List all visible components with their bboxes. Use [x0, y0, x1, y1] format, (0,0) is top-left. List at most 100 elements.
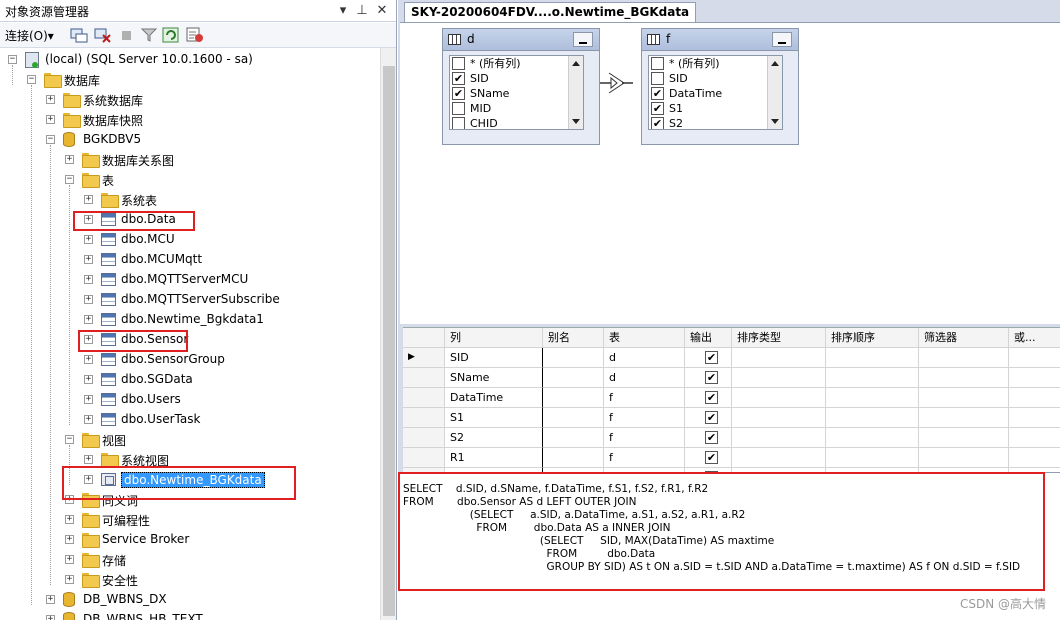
grid-cell-or[interactable] [1009, 388, 1060, 408]
grid-cell-column[interactable]: DataTime [445, 388, 543, 408]
tree-node-dbo-usertask[interactable]: + dbo.UserTask [84, 410, 396, 430]
tree-node-service-broker[interactable]: + Service Broker [65, 530, 396, 550]
expand-icon[interactable]: + [84, 315, 93, 324]
tree-node-dbo-mqttservermcu[interactable]: + dbo.MQTTServerMCU [84, 270, 396, 290]
grid-cell-sort-type[interactable] [732, 428, 826, 448]
expand-icon[interactable]: + [65, 555, 74, 564]
disconnect-icon[interactable] [94, 27, 112, 43]
close-icon[interactable]: ✕ [373, 2, 391, 20]
expand-icon[interactable]: + [84, 295, 93, 304]
tree-node-server[interactable]: − (local) (SQL Server 10.0.1600 - sa) [8, 50, 368, 70]
dropdown-arrow-icon[interactable]: ▾ [334, 2, 352, 20]
grid-cell-alias[interactable] [543, 388, 604, 408]
tree-node-dbo-mcumqtt[interactable]: + dbo.MCUMqtt [84, 250, 396, 270]
connect-object-explorer-icon[interactable] [70, 27, 88, 43]
grid-cell-sort-order[interactable] [826, 408, 919, 428]
grid-cell-sort-type[interactable] [732, 368, 826, 388]
grid-cell-alias[interactable] [543, 368, 604, 388]
tree-node-db-snapshots[interactable]: + 数据库快照 [46, 110, 396, 130]
expand-icon[interactable]: + [46, 95, 55, 104]
explorer-scrollbar[interactable] [380, 48, 396, 620]
grid-cell-table[interactable]: f [604, 408, 685, 428]
grid-cell-filter[interactable] [919, 428, 1009, 448]
grid-cell-table[interactable]: d [604, 348, 685, 368]
explorer-scroll-thumb[interactable] [383, 66, 395, 616]
output-checkbox[interactable]: ✔ [705, 391, 718, 404]
grid-cell-filter[interactable] [919, 408, 1009, 428]
activity-monitor-icon[interactable] [186, 27, 204, 43]
grid-cell-alias[interactable] [543, 408, 604, 428]
tree-node-dbo-mqttserversubscribe[interactable]: + dbo.MQTTServerSubscribe [84, 290, 396, 310]
grid-cell-output[interactable]: ✔ [685, 388, 732, 408]
output-checkbox[interactable]: ✔ [705, 431, 718, 444]
grid-cell-alias[interactable] [543, 448, 604, 468]
grid-cell-sort-order[interactable] [826, 388, 919, 408]
grid-cell-column[interactable]: S2 [445, 428, 543, 448]
expand-icon[interactable]: + [65, 575, 74, 584]
collapse-icon[interactable]: − [65, 435, 74, 444]
grid-cell-sort-order[interactable] [826, 348, 919, 368]
scroll-down-icon[interactable] [572, 119, 580, 124]
column-list[interactable]: * (所有列) SID ✔ DataTime ✔ S1 ✔ S2 [648, 55, 783, 130]
tree-node-db-diagrams[interactable]: + 数据库关系图 [65, 150, 396, 170]
tree-node-db-wbns-dx[interactable]: + DB_WBNS_DX [46, 590, 396, 610]
tree-node-system-db[interactable]: + 系统数据库 [46, 90, 396, 110]
scroll-down-icon[interactable] [771, 119, 779, 124]
expand-icon[interactable]: + [46, 595, 55, 604]
expand-icon[interactable]: + [46, 115, 55, 124]
expand-icon[interactable]: + [84, 255, 93, 264]
criteria-grid[interactable]: 列别名表输出 排序类型 排序顺序 筛选器 或... ▶ SID d ✔ SName d ✔ DataTi… [403, 327, 1060, 472]
column-checkbox[interactable] [651, 57, 664, 70]
grid-cell-sort-type[interactable] [732, 448, 826, 468]
grid-cell-or[interactable] [1009, 428, 1060, 448]
grid-cell-output[interactable]: ✔ [685, 348, 732, 368]
grid-cell-or[interactable] [1009, 348, 1060, 368]
tree-node-tables[interactable]: − 表 [65, 170, 396, 190]
connect-button[interactable]: 连接(O)▾ [5, 27, 54, 44]
diagram-pane[interactable]: d * (所有列) ✔ SID ✔ SName MID CHID f * (所有列) SID ✔ Dat… [400, 22, 1060, 324]
column-checkbox[interactable]: ✔ [651, 117, 664, 129]
column-list-scrollbar[interactable] [767, 56, 782, 129]
filter-icon[interactable] [140, 27, 158, 43]
collapse-icon[interactable]: − [27, 75, 36, 84]
grid-cell-column[interactable]: S1 [445, 408, 543, 428]
table-window-header[interactable]: f [642, 29, 798, 51]
output-checkbox[interactable]: ✔ [705, 411, 718, 424]
grid-cell-sort-type[interactable] [732, 348, 826, 368]
expand-icon[interactable]: + [84, 195, 93, 204]
tree-node-programmability[interactable]: + 可编程性 [65, 510, 396, 530]
expand-icon[interactable]: + [84, 455, 93, 464]
grid-cell-output[interactable]: ✔ [685, 408, 732, 428]
column-checkbox[interactable]: ✔ [651, 102, 664, 115]
grid-cell-output[interactable]: ✔ [685, 428, 732, 448]
grid-cell-or[interactable] [1009, 408, 1060, 428]
grid-cell-alias[interactable] [543, 348, 604, 368]
tree-node-security[interactable]: + 安全性 [65, 570, 396, 590]
column-checkbox[interactable]: ✔ [452, 72, 465, 85]
grid-cell-sort-order[interactable] [826, 428, 919, 448]
column-checkbox[interactable]: ✔ [452, 87, 465, 100]
grid-cell-or[interactable] [1009, 448, 1060, 468]
grid-cell-column[interactable]: SID [445, 348, 543, 368]
tree-node-databases[interactable]: − 数据库 [27, 70, 387, 90]
tree-node-dbo-users[interactable]: + dbo.Users [84, 390, 396, 410]
expand-icon[interactable]: + [46, 615, 55, 620]
table-window-header[interactable]: d [443, 29, 599, 51]
grid-cell-alias[interactable] [543, 428, 604, 448]
grid-cell-or[interactable] [1009, 368, 1060, 388]
grid-cell-output[interactable]: ✔ [685, 368, 732, 388]
expand-icon[interactable]: + [84, 415, 93, 424]
tree-node-bgkdbv5[interactable]: − BGKDBV5 [46, 130, 396, 150]
grid-cell-filter[interactable] [919, 348, 1009, 368]
column-checkbox[interactable]: ✔ [651, 87, 664, 100]
grid-cell-table[interactable]: d [604, 368, 685, 388]
collapse-icon[interactable]: − [8, 55, 17, 64]
stop-icon[interactable] [118, 27, 136, 43]
tree-node-system-tables[interactable]: + 系统表 [84, 190, 396, 210]
output-checkbox[interactable]: ✔ [705, 451, 718, 464]
tree-node-dbo-sgdata[interactable]: + dbo.SGData [84, 370, 396, 390]
grid-cell-column[interactable]: R1 [445, 448, 543, 468]
grid-cell-output[interactable]: ✔ [685, 448, 732, 468]
pin-icon[interactable]: ⊥ [353, 2, 371, 20]
tree-node-dbo-newtime-bgkdata1[interactable]: + dbo.Newtime_Bgkdata1 [84, 310, 396, 330]
